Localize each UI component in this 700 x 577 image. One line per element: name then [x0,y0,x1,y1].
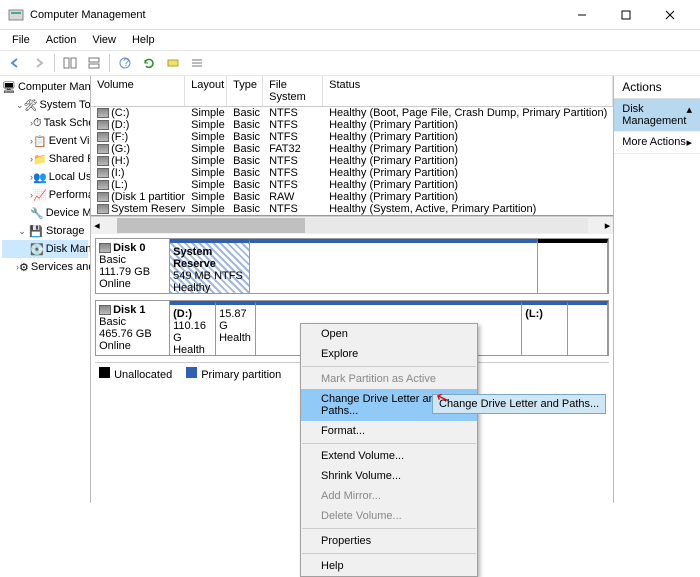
disk1-part-end[interactable] [568,301,608,355]
svg-text:?: ? [123,57,129,69]
storage-icon: 💾 [28,223,44,239]
ctx-mirror: Add Mirror... [301,486,477,506]
disk1-part-l[interactable]: (L:) [522,301,568,355]
tree-performance[interactable]: ›📈Performance [2,186,88,204]
device-icon: 🔧 [30,205,44,221]
tree-shared-folders[interactable]: ›📁Shared Folders [2,150,88,168]
volume-list: Volume Layout Type File System Status (C… [91,76,613,216]
computer-icon: 🖥 [2,79,16,95]
ctx-shrink[interactable]: Shrink Volume... [301,466,477,486]
actions-pane: Actions Disk Management▴ More Actions▸ [614,76,700,503]
disk-0-info[interactable]: Disk 0 Basic111.79 GBOnline [96,239,170,293]
view-layout-button[interactable] [83,52,105,74]
tree-task-scheduler[interactable]: ›⏱Task Scheduler [2,114,88,132]
forward-button[interactable] [28,52,50,74]
ctx-format[interactable]: Format... [301,421,477,441]
tree-device-manager[interactable]: 🔧Device Manager [2,204,88,222]
tree-event-viewer[interactable]: ›📋Event Viewer [2,132,88,150]
menu-view[interactable]: View [84,32,124,48]
users-icon: 👥 [33,169,47,185]
menu-help[interactable]: Help [124,32,163,48]
disk-1-info[interactable]: Disk 1 Basic465.76 GBOnline [96,301,170,355]
volume-row[interactable]: (F:)SimpleBasicNTFSHealthy (Primary Part… [91,131,613,143]
context-menu: Open Explore Mark Partition as Active Ch… [300,323,478,577]
tree-root[interactable]: 🖥Computer Management (Local) [2,78,88,96]
ctx-help[interactable]: Help [301,556,477,576]
col-volume[interactable]: Volume [91,76,185,106]
action-disk-management[interactable]: Disk Management▴ [614,99,700,132]
refresh-button[interactable] [138,52,160,74]
menu-file[interactable]: File [4,32,38,48]
tree-storage[interactable]: ⌄💾Storage [2,222,88,240]
app-icon [8,7,24,23]
volume-row[interactable]: (L:)SimpleBasicNTFSHealthy (Primary Part… [91,179,613,191]
perf-icon: 📈 [33,187,47,203]
volume-row[interactable]: (G:)SimpleBasicFAT32Healthy (Primary Par… [91,143,613,155]
col-status[interactable]: Status [323,76,613,106]
actions-title: Actions [614,76,700,99]
submenu-icon: ▸ [686,136,692,149]
disk0-unallocated[interactable] [538,239,608,293]
collapse-icon[interactable]: ⌄ [16,226,28,237]
menubar: File Action View Help [0,30,700,50]
ctx-extend[interactable]: Extend Volume... [301,446,477,466]
rescan-button[interactable] [162,52,184,74]
collapse-icon[interactable]: ⌄ [16,100,24,111]
ctx-delete: Delete Volume... [301,506,477,526]
help-button[interactable]: ? [114,52,136,74]
volume-row[interactable]: System Reserved (K:)SimpleBasicNTFSHealt… [91,203,613,215]
scheduler-icon: ⏱ [33,115,42,131]
disk1-part-2[interactable]: 15.87 GHealth [216,301,256,355]
tree-local-users[interactable]: ›👥Local Users and Groups [2,168,88,186]
dropdown-icon: ▴ [686,103,692,127]
legend-primary: Primary partition [186,367,281,381]
navigation-tree: 🖥Computer Management (Local) ⌄🛠System To… [0,76,91,503]
tooltip: Change Drive Letter and Paths... [432,394,606,414]
ctx-explore[interactable]: Explore [301,344,477,364]
minimize-button[interactable] [560,1,604,29]
disk1-part-d[interactable]: (D:)110.16 GHealth [170,301,216,355]
disk0-part-system-reserved[interactable]: System Reserve549 MB NTFSHealthy (System… [170,239,250,293]
volume-row[interactable]: (Disk 1 partition 2)SimpleBasicRAWHealth… [91,191,613,203]
maximize-button[interactable] [604,1,648,29]
ctx-mark-active: Mark Partition as Active [301,369,477,389]
disk-icon: 💽 [30,241,44,257]
folder-icon: 📁 [33,151,47,167]
disk0-part-c[interactable] [250,239,538,293]
event-icon: 📋 [33,133,47,149]
action-more[interactable]: More Actions▸ [614,132,700,154]
close-button[interactable] [648,1,692,29]
tools-icon: 🛠 [24,97,38,113]
tree-disk-management[interactable]: 💽Disk Management [2,240,88,258]
volume-header: Volume Layout Type File System Status [91,76,613,107]
list-view-button[interactable] [186,52,208,74]
disk-0-row: Disk 0 Basic111.79 GBOnline System Reser… [95,238,609,294]
col-fs[interactable]: File System [263,76,323,106]
window-title: Computer Management [30,9,560,21]
menu-action[interactable]: Action [38,32,85,48]
tree-services[interactable]: ›⚙Services and Applications [2,258,88,276]
col-type[interactable]: Type [227,76,263,106]
col-layout[interactable]: Layout [185,76,227,106]
volume-row[interactable]: (C:)SimpleBasicNTFSHealthy (Boot, Page F… [91,107,613,119]
legend-unallocated: Unallocated [99,367,172,381]
horizontal-scrollbar[interactable]: ◂▸ [91,216,613,234]
ctx-properties[interactable]: Properties [301,531,477,551]
tree-system-tools[interactable]: ⌄🛠System Tools [2,96,88,114]
show-panes-button[interactable] [59,52,81,74]
volume-row[interactable]: (H:)SimpleBasicNTFSHealthy (Primary Part… [91,155,613,167]
ctx-open[interactable]: Open [301,324,477,344]
volume-row[interactable]: (I:)SimpleBasicNTFSHealthy (Primary Part… [91,167,613,179]
titlebar: Computer Management [0,0,700,30]
back-button[interactable] [4,52,26,74]
services-icon: ⚙ [19,259,29,275]
toolbar: ? [0,50,700,76]
volume-row[interactable]: (D:)SimpleBasicNTFSHealthy (Primary Part… [91,119,613,131]
